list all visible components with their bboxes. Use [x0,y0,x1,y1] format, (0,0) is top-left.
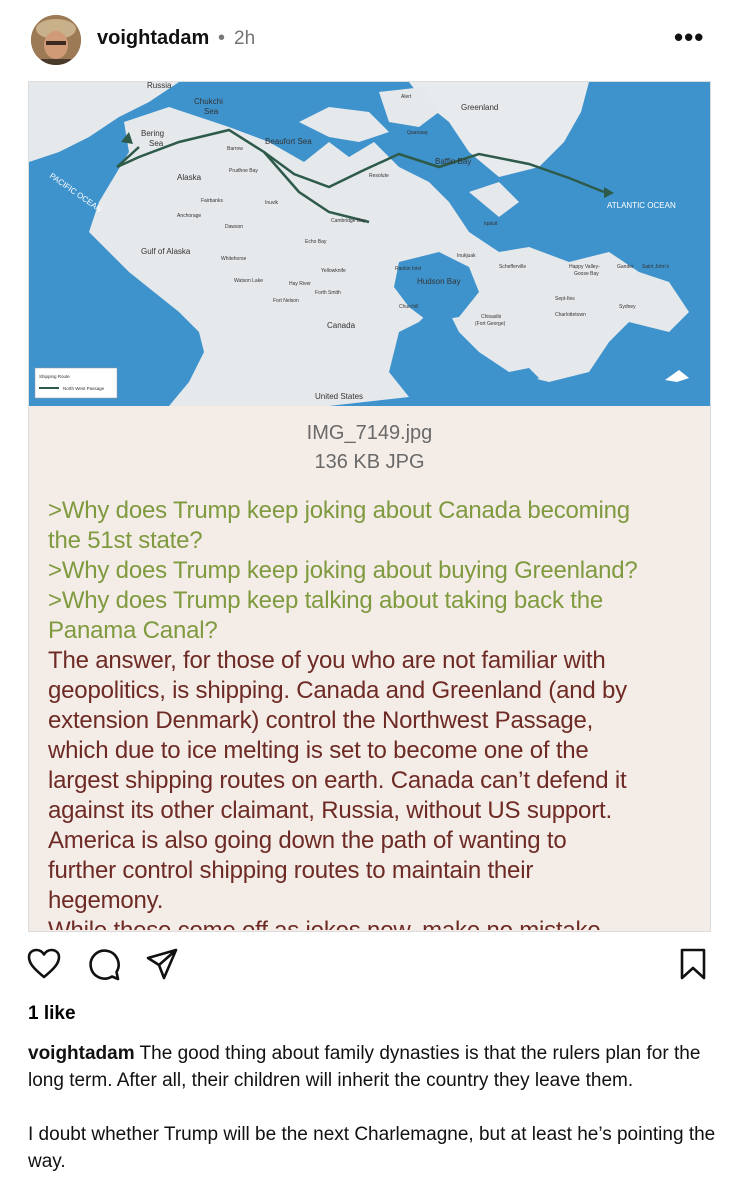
post-text-line-cut: While these come off as jokes now, make … [48,916,698,930]
map-label-fortnelson: Fort Nelson [273,298,299,304]
map-label-bering: Bering [141,129,164,138]
map-label-barrow: Barrow [227,146,243,152]
map-legend [34,367,118,399]
map-label-iqaluit: Iqaluit [484,221,498,227]
post-text-line: geopolitics, is shipping. Canada and Gre… [48,677,627,704]
map-label-bering-sea: Sea [149,139,164,148]
post-text-line: extension Denmark) control the Northwest… [48,707,594,734]
map-label-whitehorse: Whitehorse [221,256,247,262]
caption: voightadam The good thing about family d… [28,1040,728,1175]
caption-username[interactable]: voightadam [28,1043,135,1064]
caption-text-2: I doubt whether Trump will be the next C… [28,1124,716,1172]
post-text-line: further control shipping routes to maint… [48,857,534,884]
username[interactable]: voightadam [97,27,209,50]
post-text-line: The answer, for those of you who are not… [48,647,606,674]
screenshot-post-text: >Why does Trump keep joking about Canada… [48,496,698,930]
map-label-anchorage: Anchorage [177,213,201,219]
post-header: voightadam • 2h ••• [0,0,756,80]
map-label-hudson: Hudson Bay [417,277,461,286]
map-label-us: United States [315,392,363,401]
post-text-line: >Why does Trump keep joking about buying… [48,557,638,584]
post-text-line: >Why does Trump keep joking about Canada… [48,497,630,524]
action-bar [0,940,756,990]
map-label-fairbanks: Fairbanks [201,198,223,204]
map-label-churchill: Churchill [399,304,418,310]
avatar[interactable] [31,15,81,65]
map-label-canada: Canada [327,321,356,330]
bookmark-icon[interactable] [680,948,706,980]
map-label-septiles: Sept-Iles [555,296,575,302]
post-text-line: the 51st state? [48,527,203,554]
map-label-greenland: Greenland [461,103,498,112]
map-label-chisasibi: Chisasibi [481,314,501,320]
map-label-charlottetown: Charlottetown [555,312,586,318]
post-time: 2h [234,28,256,49]
map-label-sydney: Sydney [619,304,636,310]
map-label-schefferville: Schefferville [499,264,526,270]
map-label-russia: Russia [147,82,172,90]
screenshot-text-area: IMG_7149.jpg 136 KB JPG >Why does Trump … [29,406,710,931]
map-label-hay: Hay River [289,281,311,287]
map-label-goose: Goose Bay [574,271,599,277]
map-label-beaufort: Beaufort Sea [265,137,312,146]
map-label-stjohns: Saint John's [642,264,670,270]
map-label-dawson: Dawson [225,224,243,230]
map-label-alaska: Alaska [177,173,202,182]
image-filesize: 136 KB JPG [314,451,425,473]
map-label-fortsmith: Forth Smith [315,290,341,296]
separator-dot: • [218,27,226,49]
like-count[interactable]: 1 like [28,1003,76,1025]
post-text-line: which due to ice melting is set to becom… [48,737,589,764]
map-label-alert: Alert [401,94,412,100]
legend-label-passage: North West Passage [63,386,105,391]
post-image[interactable]: Russia Chukchi Sea Bering Sea PACIFIC OC… [28,81,711,932]
map-label-qaanaaq: Qaanaaq [407,130,428,136]
share-icon[interactable] [146,948,178,980]
map-label-gulf: Gulf of Alaska [141,247,191,256]
arctic-shipping-map: Russia Chukchi Sea Bering Sea PACIFIC OC… [29,82,710,406]
post-text-line: America is also going down the path of w… [48,827,567,854]
map-label-inuvik: Inuvik [265,200,279,206]
map-label-chukchi: Chukchi [194,97,223,106]
heart-icon[interactable] [27,948,61,980]
map-label-fortgeorge: (Fort George) [475,321,506,327]
map-label-prudhoe: Prudhoe Bay [229,168,258,174]
more-options-icon[interactable]: ••• [674,22,704,53]
map-label-inukjuak: Inukjuak [457,253,476,259]
map-label-yellowknife: Yellowknife [321,268,346,274]
image-filename: IMG_7149.jpg [306,422,433,444]
map-label-baffin: Baffin Bay [435,157,471,166]
comment-icon[interactable] [87,948,121,981]
map-label-watson: Watson Lake [234,278,263,284]
map-label-gander: Gander [617,264,634,270]
map-label-rankin: Rankin Inlet [395,266,422,272]
map-label-sea: Sea [204,107,219,116]
post-text-line: hegemony. [48,887,164,914]
post-text-line: against its other claimant, Russia, with… [48,797,612,824]
map-label-resolute: Resolute [369,173,389,179]
post-text-line: largest shipping routes on earth. Canada… [48,767,627,794]
post-text-line: >Why does Trump keep talking about takin… [48,587,603,614]
map-label-cambridge: Cambridge Bay [331,218,366,224]
legend-label-route: Shipping Route [39,374,70,379]
map-label-echo: Echo Bay [305,239,327,245]
map-label-happy: Happy Valley- [569,264,600,270]
map-label-atlantic: ATLANTIC OCEAN [607,201,676,210]
post-text-line: Panama Canal? [48,617,218,644]
